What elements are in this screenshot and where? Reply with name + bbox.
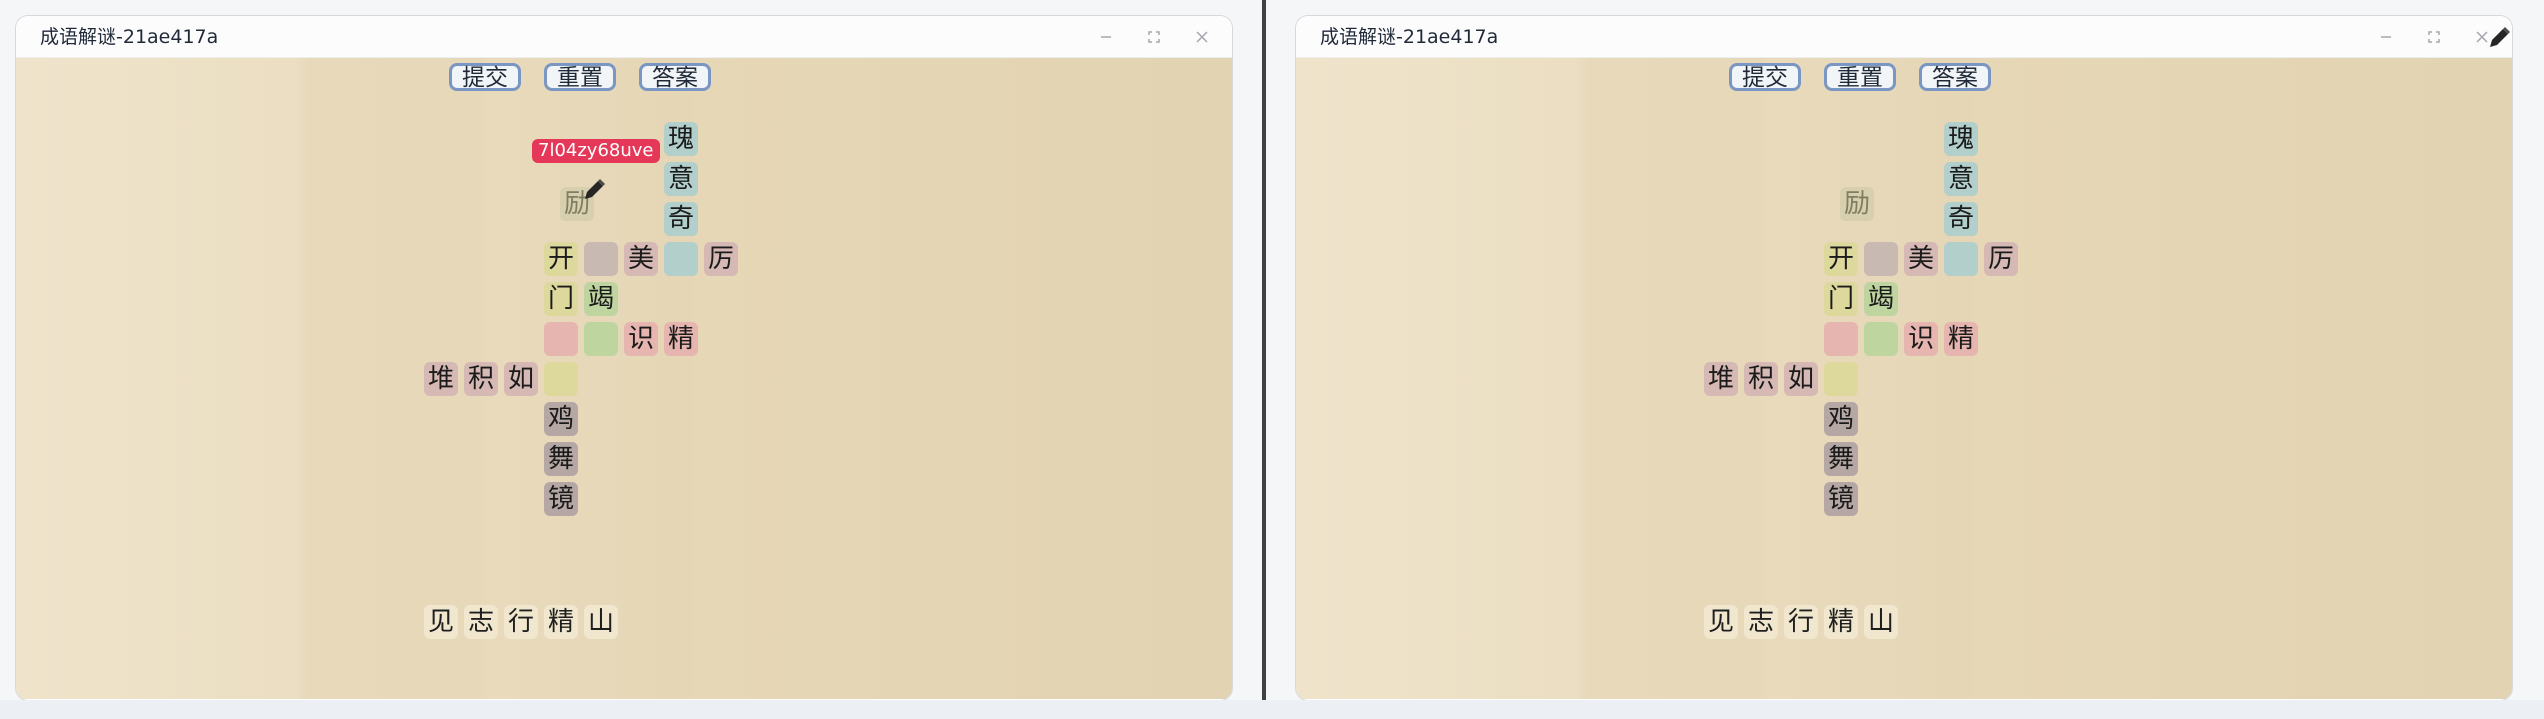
left-game-board: 提交 重置 答案 7l04zy68uve 瑰 意 奇 励 开 美 厉 门 竭 识…: [16, 58, 1232, 699]
grid-cell[interactable]: 堆: [424, 362, 458, 396]
bottom-background-strip: [0, 700, 2544, 719]
grid-cell[interactable]: 厉: [704, 242, 738, 276]
answer-button[interactable]: 答案: [1919, 63, 1991, 91]
grid-cell[interactable]: 竭: [1864, 282, 1898, 316]
grid-cell[interactable]: 门: [544, 282, 578, 316]
word-chip[interactable]: 见: [424, 605, 458, 639]
grid-cell[interactable]: 励: [1840, 187, 1874, 221]
grid-cell[interactable]: 开: [544, 242, 578, 276]
grid-cell[interactable]: [544, 322, 578, 356]
grid-cell[interactable]: 识: [624, 322, 658, 356]
hint-badge: 7l04zy68uve: [532, 139, 660, 163]
grid-cell[interactable]: 意: [1944, 162, 1978, 196]
right-game-board: 提交 重置 答案 瑰 意 奇 励 开 美 厉 门 竭 识 精 堆 积 如 鸡 舞…: [1296, 58, 2512, 699]
grid-cell[interactable]: 鸡: [544, 402, 578, 436]
left-button-bar: 提交 重置 答案: [449, 63, 711, 91]
left-window-controls: [1094, 16, 1214, 58]
grid-cell[interactable]: 识: [1904, 322, 1938, 356]
minimize-icon[interactable]: [2374, 25, 2398, 49]
grid-cell[interactable]: [544, 362, 578, 396]
pencil-icon: [580, 176, 608, 204]
grid-cell[interactable]: 竭: [584, 282, 618, 316]
grid-cell[interactable]: 堆: [1704, 362, 1738, 396]
pencil-icon: [2485, 24, 2513, 52]
right-title-bar: 成语解谜-21ae417a: [1296, 16, 2512, 58]
minimize-icon[interactable]: [1094, 25, 1118, 49]
reset-button[interactable]: 重置: [544, 63, 616, 91]
answer-button[interactable]: 答案: [639, 63, 711, 91]
word-chip[interactable]: 行: [504, 605, 538, 639]
grid-cell[interactable]: 瑰: [664, 122, 698, 156]
grid-cell[interactable]: 镜: [544, 482, 578, 516]
right-window-controls: [2374, 16, 2494, 58]
grid-cell[interactable]: 积: [464, 362, 498, 396]
word-chip[interactable]: 行: [1784, 605, 1818, 639]
word-chip[interactable]: 精: [1824, 605, 1858, 639]
right-button-bar: 提交 重置 答案: [1729, 63, 1991, 91]
left-word-bank: 见 志 行 精 山: [424, 605, 618, 639]
word-chip[interactable]: 见: [1704, 605, 1738, 639]
maximize-icon[interactable]: [2422, 25, 2446, 49]
grid-cell[interactable]: 奇: [1944, 202, 1978, 236]
grid-cell[interactable]: 瑰: [1944, 122, 1978, 156]
grid-cell[interactable]: [1824, 322, 1858, 356]
grid-cell[interactable]: 美: [1904, 242, 1938, 276]
grid-cell[interactable]: 厉: [1984, 242, 2018, 276]
grid-cell[interactable]: 积: [1744, 362, 1778, 396]
grid-cell[interactable]: 舞: [1824, 442, 1858, 476]
word-chip[interactable]: 志: [464, 605, 498, 639]
maximize-icon[interactable]: [1142, 25, 1166, 49]
grid-cell[interactable]: 如: [1784, 362, 1818, 396]
screen-divider: [1262, 0, 1266, 719]
word-chip[interactable]: 志: [1744, 605, 1778, 639]
word-chip[interactable]: 山: [584, 605, 618, 639]
word-chip[interactable]: 山: [1864, 605, 1898, 639]
submit-button[interactable]: 提交: [1729, 63, 1801, 91]
left-title-bar: 成语解谜-21ae417a: [16, 16, 1232, 58]
grid-cell[interactable]: [1864, 242, 1898, 276]
grid-cell[interactable]: 精: [664, 322, 698, 356]
grid-cell[interactable]: 开: [1824, 242, 1858, 276]
right-window-title: 成语解谜-21ae417a: [1320, 26, 1499, 48]
grid-cell[interactable]: 门: [1824, 282, 1858, 316]
grid-cell[interactable]: [584, 242, 618, 276]
grid-cell[interactable]: [664, 242, 698, 276]
grid-cell[interactable]: 如: [504, 362, 538, 396]
left-app-window: 成语解谜-21ae417a 提交 重置 答案 7l04zy68uve 瑰 意 奇…: [16, 16, 1232, 700]
grid-cell[interactable]: [584, 322, 618, 356]
submit-button[interactable]: 提交: [449, 63, 521, 91]
grid-cell[interactable]: [1864, 322, 1898, 356]
left-window-title: 成语解谜-21ae417a: [40, 26, 219, 48]
word-chip[interactable]: 精: [544, 605, 578, 639]
reset-button[interactable]: 重置: [1824, 63, 1896, 91]
grid-cell[interactable]: [1944, 242, 1978, 276]
grid-cell[interactable]: 镜: [1824, 482, 1858, 516]
grid-cell[interactable]: 鸡: [1824, 402, 1858, 436]
close-icon[interactable]: [1190, 25, 1214, 49]
grid-cell[interactable]: 舞: [544, 442, 578, 476]
right-word-bank: 见 志 行 精 山: [1704, 605, 1898, 639]
grid-cell[interactable]: 美: [624, 242, 658, 276]
grid-cell[interactable]: 精: [1944, 322, 1978, 356]
grid-cell[interactable]: [1824, 362, 1858, 396]
right-app-window: 成语解谜-21ae417a 提交 重置 答案 瑰 意 奇 励 开 美 厉 门 竭…: [1296, 16, 2512, 700]
grid-cell[interactable]: 意: [664, 162, 698, 196]
grid-cell[interactable]: 奇: [664, 202, 698, 236]
